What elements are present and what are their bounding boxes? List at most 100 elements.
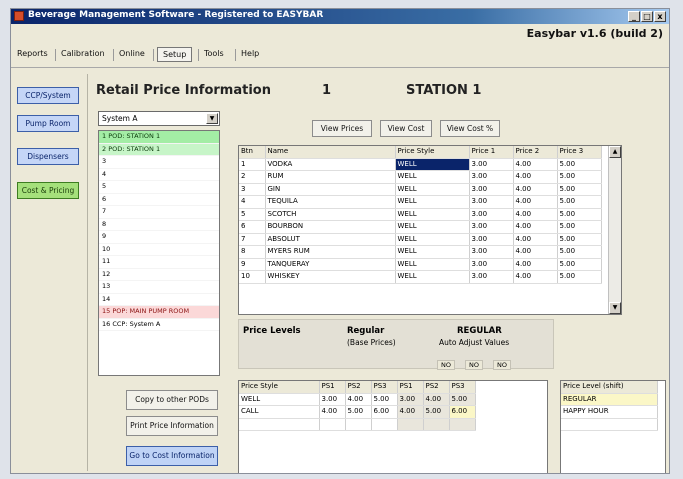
table-cell[interactable]: 4.00 <box>513 233 558 246</box>
table-cell[interactable]: WELL <box>395 208 470 221</box>
table-cell[interactable]: 4.00 <box>513 220 558 234</box>
table-row[interactable]: HAPPY HOUR <box>561 405 658 419</box>
table-cell[interactable]: 5.00 <box>557 233 602 246</box>
table-cell[interactable]: REGULAR <box>561 393 658 406</box>
table-cell[interactable]: 5.00 <box>557 270 602 284</box>
table-row[interactable]: 4 TEQUILA WELL 3.00 4.00 5.00 <box>239 195 602 209</box>
table-cell[interactable]: 3.00 <box>469 208 514 221</box>
table-cell[interactable]: 4.00 <box>345 393 372 406</box>
table-cell[interactable]: 4.00 <box>513 245 558 259</box>
table-cell[interactable]: 6.00 <box>371 405 398 419</box>
print-price-information-button[interactable]: Print Price Information <box>126 416 218 436</box>
table-row[interactable]: WELL 3.00 4.00 5.00 3.00 4.00 5.00 <box>239 393 476 406</box>
menu-online[interactable]: Online <box>119 49 145 58</box>
sidebar-pump-room[interactable]: Pump Room <box>17 115 79 132</box>
table-cell[interactable]: HAPPY HOUR <box>561 405 658 419</box>
table-cell[interactable]: WELL <box>395 258 470 271</box>
price-grid-scrollbar[interactable]: ▲ ▼ <box>608 146 621 314</box>
scroll-up-icon[interactable]: ▲ <box>609 146 621 158</box>
table-cell[interactable]: BOURBON <box>265 220 396 234</box>
table-cell[interactable]: WELL <box>239 393 320 406</box>
table-cell[interactable]: 3.00 <box>469 245 514 259</box>
table-cell[interactable]: 4.00 <box>513 170 558 184</box>
table-cell[interactable]: 4.00 <box>513 270 558 284</box>
scroll-down-icon[interactable]: ▼ <box>609 302 621 314</box>
table-cell[interactable]: 3.00 <box>469 270 514 284</box>
sidebar-cost-pricing[interactable]: Cost & Pricing <box>17 182 79 199</box>
list-item[interactable]: 16 CCP: System A <box>99 319 219 331</box>
table-cell[interactable]: 5.00 <box>557 208 602 221</box>
auto-adjust-ps3[interactable]: NO <box>493 360 511 370</box>
menu-tools[interactable]: Tools <box>204 49 224 58</box>
table-cell[interactable]: WELL <box>395 170 470 184</box>
table-row[interactable]: 9 TANQUERAY WELL 3.00 4.00 5.00 <box>239 258 602 271</box>
table-row[interactable]: 5 SCOTCH WELL 3.00 4.00 5.00 <box>239 208 602 221</box>
auto-adjust-ps2[interactable]: NO <box>465 360 483 370</box>
table-row[interactable]: CALL 4.00 5.00 6.00 4.00 5.00 6.00 <box>239 405 476 419</box>
view-prices-button[interactable]: View Prices <box>312 120 372 137</box>
sidebar-ccp-system[interactable]: CCP/System <box>17 87 79 104</box>
table-cell[interactable]: 5.00 <box>371 393 398 406</box>
list-item[interactable]: 4 <box>99 169 219 181</box>
list-item[interactable]: 5 <box>99 181 219 194</box>
view-cost-button[interactable]: View Cost <box>380 120 432 137</box>
table-row[interactable]: REGULAR <box>561 393 658 406</box>
table-cell[interactable]: WELL <box>395 270 470 284</box>
table-row[interactable]: 6 BOURBON WELL 3.00 4.00 5.00 <box>239 220 602 234</box>
list-item[interactable]: 13 <box>99 281 219 294</box>
table-cell[interactable]: 4.00 <box>513 183 558 196</box>
table-cell[interactable]: RUM <box>265 170 396 184</box>
table-cell[interactable]: 3.00 <box>469 220 514 234</box>
table-cell[interactable]: 5.00 <box>557 195 602 209</box>
list-item[interactable]: 7 <box>99 206 219 219</box>
table-cell[interactable]: TEQUILA <box>265 195 396 209</box>
table-cell[interactable]: WELL <box>395 245 470 259</box>
list-item[interactable]: 12 <box>99 269 219 281</box>
table-row[interactable]: 3 GIN WELL 3.00 4.00 5.00 <box>239 183 602 196</box>
table-cell[interactable]: WELL <box>395 220 470 234</box>
pod-list[interactable]: 1 POD: STATION 1 2 POD: STATION 1 3 4 5 … <box>98 130 220 376</box>
table-cell[interactable]: 3.00 <box>469 258 514 271</box>
table-cell[interactable]: CALL <box>239 405 320 419</box>
table-cell[interactable]: GIN <box>265 183 396 196</box>
table-cell[interactable]: WHISKEY <box>265 270 396 284</box>
table-cell[interactable]: 5.00 <box>557 183 602 196</box>
table-row[interactable]: 10 WHISKEY WELL 3.00 4.00 5.00 <box>239 270 602 284</box>
table-cell[interactable]: 4.00 <box>513 158 558 171</box>
table-row[interactable]: 2 RUM WELL 3.00 4.00 5.00 <box>239 170 602 184</box>
table-row[interactable]: 1 VODKA WELL 3.00 4.00 5.00 <box>239 158 602 171</box>
table-cell[interactable]: 3.00 <box>469 183 514 196</box>
table-cell[interactable]: 5.00 <box>557 245 602 259</box>
list-item[interactable]: 3 <box>99 156 219 169</box>
table-cell[interactable]: 3.00 <box>469 233 514 246</box>
table-cell[interactable]: 4.00 <box>513 208 558 221</box>
minimize-button[interactable]: _ <box>628 11 640 22</box>
table-cell[interactable]: TANQUERAY <box>265 258 396 271</box>
table-cell[interactable]: 4.00 <box>513 258 558 271</box>
maximize-button[interactable]: □ <box>641 11 653 22</box>
list-item[interactable]: 8 <box>99 219 219 231</box>
list-item[interactable]: 10 <box>99 244 219 256</box>
table-cell[interactable]: 3.00 <box>469 195 514 209</box>
table-cell[interactable]: 3.00 <box>319 393 346 406</box>
list-item[interactable]: 11 <box>99 256 219 269</box>
table-cell[interactable]: WELL <box>395 233 470 246</box>
sidebar-dispensers[interactable]: Dispensers <box>17 148 79 165</box>
table-cell-selected[interactable]: WELL <box>395 158 470 171</box>
table-cell[interactable]: 4.00 <box>319 405 346 419</box>
table-cell[interactable]: 4.00 <box>513 195 558 209</box>
table-cell[interactable]: VODKA <box>265 158 396 171</box>
menu-calibration[interactable]: Calibration <box>61 49 105 58</box>
go-to-cost-information-button[interactable]: Go to Cost Information <box>126 446 218 466</box>
auto-adjust-ps1[interactable]: NO <box>437 360 455 370</box>
menu-help[interactable]: Help <box>241 49 259 58</box>
table-cell[interactable]: WELL <box>395 183 470 196</box>
list-item[interactable]: 2 POD: STATION 1 <box>99 143 219 156</box>
table-cell[interactable]: 5.00 <box>345 405 372 419</box>
table-cell[interactable]: WELL <box>395 195 470 209</box>
menu-reports[interactable]: Reports <box>17 49 48 58</box>
system-select[interactable]: System A ▼ <box>98 111 220 126</box>
table-cell[interactable]: 5.00 <box>557 170 602 184</box>
table-cell[interactable]: ABSOLUT <box>265 233 396 246</box>
table-cell[interactable]: 3.00 <box>469 158 514 171</box>
